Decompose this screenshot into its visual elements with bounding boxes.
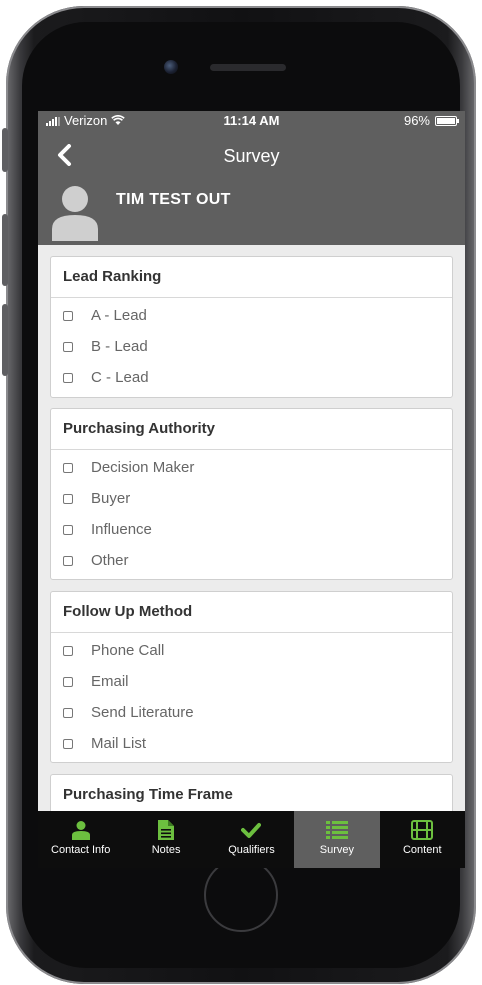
survey-section-purchasing-time-frame: Purchasing Time Frame bbox=[50, 774, 453, 811]
option-c-lead[interactable]: C - Lead bbox=[51, 362, 452, 393]
list-icon bbox=[325, 821, 348, 839]
option-label: B - Lead bbox=[91, 338, 148, 355]
document-icon bbox=[158, 820, 175, 840]
volume-down-button bbox=[2, 304, 8, 376]
status-time: 11:14 AM bbox=[223, 113, 280, 128]
checkbox[interactable] bbox=[63, 341, 73, 352]
survey-section-follow-up-method: Follow Up Method Phone Call Email Send L… bbox=[50, 591, 453, 763]
checkbox[interactable] bbox=[63, 462, 73, 473]
option-label: Send Literature bbox=[91, 704, 194, 721]
battery-icon bbox=[435, 115, 459, 126]
tab-label: Contact Info bbox=[51, 844, 111, 856]
earpiece-speaker bbox=[210, 64, 286, 71]
section-title: Lead Ranking bbox=[51, 257, 452, 298]
home-button[interactable] bbox=[204, 858, 278, 932]
option-other[interactable]: Other bbox=[51, 545, 452, 576]
checkbox[interactable] bbox=[63, 676, 73, 687]
battery-percent: 96% bbox=[403, 113, 430, 128]
option-phone-call[interactable]: Phone Call bbox=[51, 635, 452, 666]
checkbox[interactable] bbox=[63, 555, 73, 566]
tab-label: Notes bbox=[151, 844, 181, 856]
app-header: Survey TIM TEST OUT bbox=[38, 131, 465, 245]
tab-label: Qualifiers bbox=[228, 844, 275, 856]
option-label: Email bbox=[91, 673, 129, 690]
checkbox[interactable] bbox=[63, 738, 73, 749]
app-screen: Verizon 11:14 AM 96% Survey TIM TEST OUT bbox=[38, 111, 465, 868]
option-buyer[interactable]: Buyer bbox=[51, 483, 452, 514]
bottom-tab-bar: Contact Info Notes Qualifiers Survey Con… bbox=[38, 811, 465, 868]
option-email[interactable]: Email bbox=[51, 666, 452, 697]
volume-up-button bbox=[2, 214, 8, 286]
tab-contact-info[interactable]: Contact Info bbox=[38, 811, 123, 868]
option-label: A - Lead bbox=[91, 307, 147, 324]
status-bar: Verizon 11:14 AM 96% bbox=[38, 111, 465, 131]
section-title: Purchasing Time Frame bbox=[51, 775, 452, 811]
section-title: Purchasing Authority bbox=[51, 409, 452, 450]
option-b-lead[interactable]: B - Lead bbox=[51, 331, 452, 362]
option-label: Influence bbox=[91, 521, 152, 538]
checkbox[interactable] bbox=[63, 493, 73, 504]
page-title: Survey bbox=[223, 146, 280, 166]
option-send-literature[interactable]: Send Literature bbox=[51, 697, 452, 728]
checkbox[interactable] bbox=[63, 645, 73, 656]
person-icon bbox=[71, 821, 90, 840]
front-camera bbox=[164, 60, 178, 74]
checkbox[interactable] bbox=[63, 707, 73, 718]
section-title: Follow Up Method bbox=[51, 592, 452, 633]
checkbox[interactable] bbox=[63, 372, 73, 383]
tab-content[interactable]: Content bbox=[380, 811, 465, 868]
tab-qualifiers[interactable]: Qualifiers bbox=[209, 811, 294, 868]
tab-notes[interactable]: Notes bbox=[123, 811, 208, 868]
mute-switch bbox=[2, 128, 8, 172]
tab-label: Survey bbox=[319, 844, 354, 856]
option-influence[interactable]: Influence bbox=[51, 514, 452, 545]
option-label: C - Lead bbox=[91, 369, 149, 386]
option-label: Mail List bbox=[91, 735, 147, 752]
checkbox[interactable] bbox=[63, 524, 73, 535]
option-a-lead[interactable]: A - Lead bbox=[51, 300, 452, 331]
option-mail-list[interactable]: Mail List bbox=[51, 728, 452, 759]
option-label: Other bbox=[91, 552, 129, 569]
survey-section-lead-ranking: Lead Ranking A - Lead B - Lead C - Lead bbox=[50, 256, 453, 398]
option-label: Buyer bbox=[91, 490, 131, 507]
checkmark-icon bbox=[241, 823, 262, 838]
film-icon bbox=[411, 820, 434, 840]
option-label: Phone Call bbox=[91, 642, 165, 659]
contact-name: TIM TEST OUT bbox=[116, 191, 231, 208]
tab-label: Content bbox=[402, 844, 442, 856]
survey-section-purchasing-authority: Purchasing Authority Decision Maker Buye… bbox=[50, 408, 453, 580]
checkbox[interactable] bbox=[63, 310, 73, 321]
survey-content[interactable]: Lead Ranking A - Lead B - Lead C - Lead … bbox=[38, 245, 465, 811]
option-label: Decision Maker bbox=[91, 459, 195, 476]
avatar-icon bbox=[52, 186, 98, 241]
option-decision-maker[interactable]: Decision Maker bbox=[51, 452, 452, 483]
tab-survey[interactable]: Survey bbox=[294, 811, 380, 868]
